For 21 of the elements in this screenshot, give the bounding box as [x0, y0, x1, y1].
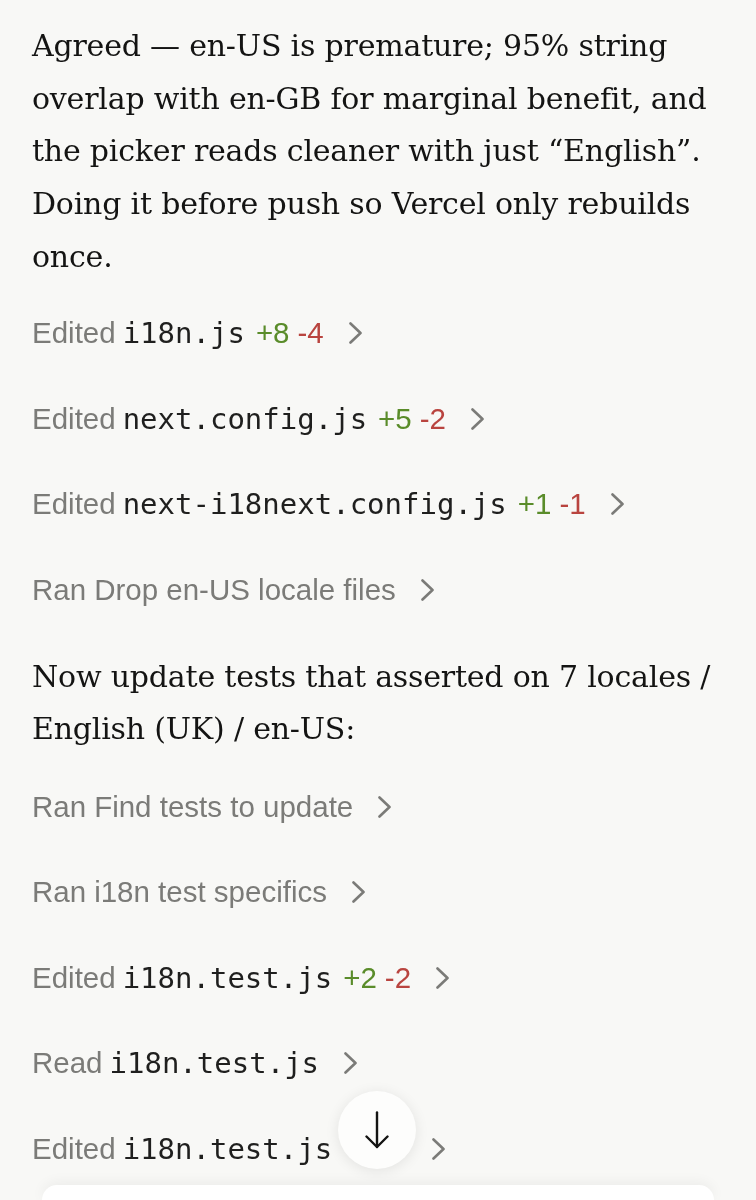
tool-call-link[interactable]: Ran i18n test specifics: [32, 874, 365, 911]
chevron-right-icon: [344, 1052, 358, 1075]
tool-call-link[interactable]: Edited i18n.js +8 -4: [32, 315, 362, 352]
chevron-right-icon: [348, 322, 362, 345]
tool-call-link[interactable]: Edited i18n.test.js: [32, 1130, 333, 1167]
tool-call-link[interactable]: Read i18n.test.js: [32, 1045, 358, 1082]
tool-call-link[interactable]: Edited next.config.js +5 -2: [32, 400, 484, 437]
tool-call-link[interactable]: Edited next-i18next.config.js +1 -1: [32, 486, 624, 523]
tool-call-link[interactable]: Ran Drop en-US locale files: [32, 571, 434, 608]
message-text: Agreed — en-US is premature; 95% string overlap with en-GB for marginal benefit, and the picker reads cleaner with just “English”. Doing it before push so Vercel only rebuilds once.: [32, 27, 708, 276]
message-text: Now update tests that asserted on 7 locales / English (UK) / en-US:: [32, 657, 712, 749]
arrow-down-icon: [365, 1111, 389, 1149]
tool-call-link[interactable]: Ran Find tests to update: [32, 788, 392, 825]
chevron-right-icon: [378, 795, 392, 818]
chevron-right-icon: [610, 493, 624, 516]
chevron-right-icon: [436, 966, 450, 989]
chevron-right-icon: [470, 407, 484, 430]
chevron-right-icon[interactable]: [432, 1137, 446, 1160]
chevron-right-icon: [420, 578, 434, 601]
chevron-right-icon: [351, 881, 365, 904]
tool-call-link[interactable]: Edited i18n.test.js +2 -2: [32, 959, 450, 996]
